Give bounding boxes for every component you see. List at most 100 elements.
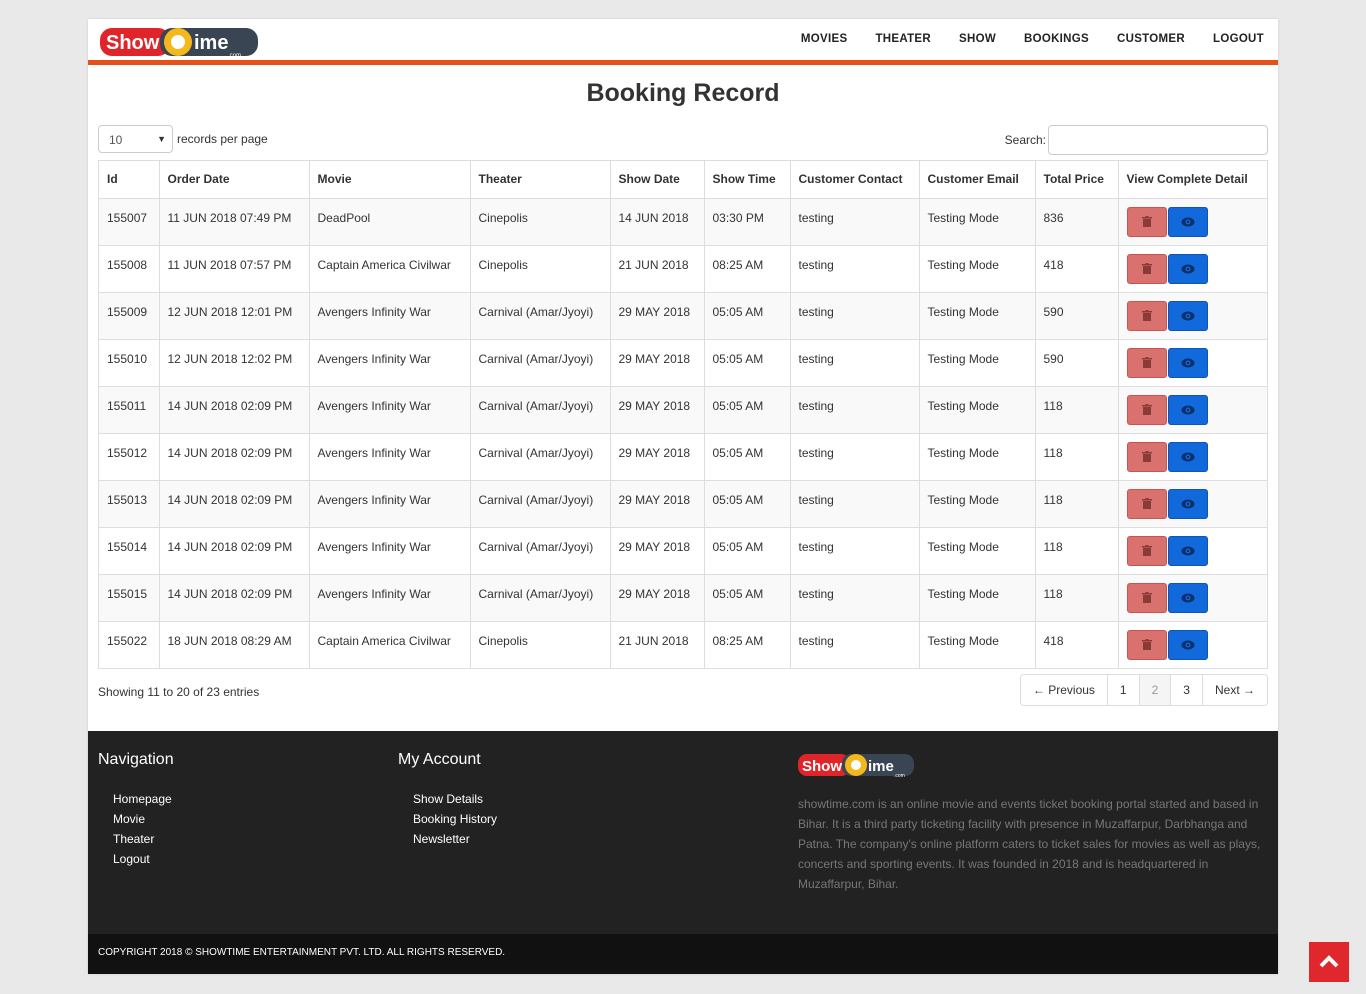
view-detail-button[interactable] [1167, 300, 1208, 331]
pagination-previous[interactable]: ← Previous [1020, 675, 1107, 705]
table-row: 155010 12 JUN 2018 12:02 PM Avengers Infin… [99, 338, 1267, 386]
records-per-page-select[interactable]: 10 ▼ [98, 125, 173, 153]
table-cell: Captain America Civilwar [309, 620, 471, 668]
scroll-to-top-button[interactable] [1309, 942, 1349, 982]
nav-show[interactable]: SHOW [959, 33, 996, 45]
table-cell: testing [790, 526, 920, 574]
delete-button[interactable] [1126, 300, 1167, 331]
footer-logo-part1: Show [802, 758, 842, 775]
delete-button[interactable] [1126, 488, 1167, 519]
table-cell: 118 [1035, 479, 1119, 527]
pagination-next[interactable]: Next → [1201, 675, 1267, 705]
table-cell: 118 [1035, 432, 1119, 480]
table-cell: Carnival (Amar/Jyoyi) [470, 526, 611, 574]
action-cell [1118, 526, 1267, 574]
column-header[interactable]: Total Price [1035, 161, 1119, 199]
delete-button[interactable] [1126, 253, 1167, 284]
table-cell: Testing Mode [919, 479, 1036, 527]
table-cell: Carnival (Amar/Jyoyi) [470, 338, 611, 386]
column-header[interactable]: Id [99, 161, 160, 199]
table-cell: testing [790, 244, 920, 292]
column-header[interactable]: Movie [309, 161, 471, 199]
table-cell: 05:05 AM [704, 291, 791, 339]
footer-link-show-details[interactable]: Show Details [413, 789, 497, 809]
table-cell: Testing Mode [919, 338, 1036, 386]
view-detail-button[interactable] [1167, 488, 1208, 519]
view-detail-button[interactable] [1167, 253, 1208, 284]
pagination: ← Previous 1 2 3 Next → [1019, 674, 1268, 706]
nav-customer[interactable]: CUSTOMER [1117, 33, 1185, 45]
action-cell [1118, 338, 1267, 386]
delete-button[interactable] [1126, 394, 1167, 425]
table-cell: 12 JUN 2018 12:02 PM [159, 338, 310, 386]
table-cell: 836 [1035, 197, 1119, 245]
main-nav: MOVIES THEATER SHOW BOOKINGS CUSTOMER LO… [773, 33, 1264, 45]
action-cell [1118, 620, 1267, 668]
column-header[interactable]: Customer Contact [790, 161, 920, 199]
table-cell: 29 MAY 2018 [610, 338, 705, 386]
delete-button[interactable] [1126, 535, 1167, 566]
table-cell: 29 MAY 2018 [610, 479, 705, 527]
footer-link-newsletter[interactable]: Newsletter [413, 829, 497, 849]
search-control: Search: [1005, 125, 1268, 155]
view-detail-button[interactable] [1167, 206, 1208, 237]
table-cell: 155022 [99, 620, 160, 668]
table-cell: 14 JUN 2018 02:09 PM [159, 573, 310, 621]
table-cell: Avengers Infinity War [309, 573, 471, 621]
nav-bookings[interactable]: BOOKINGS [1024, 33, 1089, 45]
table-cell: Cinepolis [470, 620, 611, 668]
view-detail-button[interactable] [1167, 582, 1208, 613]
table-cell: 08:25 AM [704, 620, 791, 668]
footer-link-booking-history[interactable]: Booking History [413, 809, 497, 829]
footer-link-homepage[interactable]: Homepage [113, 789, 174, 809]
table-cell: Avengers Infinity War [309, 385, 471, 433]
table-cell: 29 MAY 2018 [610, 526, 705, 574]
table-cell: Cinepolis [470, 197, 611, 245]
column-header[interactable]: Customer Email [919, 161, 1036, 199]
length-control: 10 ▼ records per page [98, 125, 268, 153]
action-cell [1118, 244, 1267, 292]
nav-movies[interactable]: MOVIES [801, 33, 848, 45]
delete-button[interactable] [1126, 582, 1167, 613]
table-cell: testing [790, 291, 920, 339]
table-cell: Avengers Infinity War [309, 291, 471, 339]
footer: Navigation Homepage Movie Theater Logout… [88, 731, 1278, 934]
pagination-page-3[interactable]: 3 [1170, 675, 1202, 705]
showtime-logo[interactable]: Show ime .com [100, 24, 260, 62]
table-cell: 155014 [99, 526, 160, 574]
column-header[interactable]: Theater [470, 161, 611, 199]
footer-link-movie[interactable]: Movie [113, 809, 174, 829]
table-cell: 05:05 AM [704, 385, 791, 433]
delete-button[interactable] [1126, 206, 1167, 237]
table-cell: Carnival (Amar/Jyoyi) [470, 385, 611, 433]
footer-link-theater[interactable]: Theater [113, 829, 174, 849]
nav-logout[interactable]: LOGOUT [1213, 33, 1264, 45]
records-per-page-label: records per page [177, 132, 268, 146]
table-row: 155022 18 JUN 2018 08:29 AM Captain Americ… [99, 620, 1267, 668]
table-cell: 11 JUN 2018 07:57 PM [159, 244, 310, 292]
delete-button[interactable] [1126, 629, 1167, 660]
pagination-page-1[interactable]: 1 [1106, 675, 1139, 705]
view-detail-button[interactable] [1167, 347, 1208, 378]
view-detail-button[interactable] [1167, 394, 1208, 425]
pagination-page-2[interactable]: 2 [1138, 675, 1171, 705]
view-detail-button[interactable] [1167, 629, 1208, 660]
booking-table: Id Order Date Movie Theater Show Date Show Ti… [98, 160, 1268, 669]
delete-button[interactable] [1126, 441, 1167, 472]
column-header[interactable]: Show Time [704, 161, 791, 199]
table-info: Showing 11 to 20 of 23 entries [98, 685, 260, 699]
table-cell: Cinepolis [470, 244, 611, 292]
footer-link-logout[interactable]: Logout [113, 849, 174, 869]
column-header[interactable]: Show Date [610, 161, 705, 199]
table-cell: 418 [1035, 620, 1119, 668]
footer-account-title: My Account [398, 751, 481, 768]
view-detail-button[interactable] [1167, 441, 1208, 472]
nav-theater[interactable]: THEATER [875, 33, 931, 45]
search-input[interactable] [1048, 125, 1268, 155]
column-header[interactable]: Order Date [159, 161, 310, 199]
records-per-page-value: 10 [109, 133, 123, 147]
table-cell: testing [790, 432, 920, 480]
view-detail-button[interactable] [1167, 535, 1208, 566]
column-header[interactable]: View Complete Detail [1118, 161, 1267, 199]
delete-button[interactable] [1126, 347, 1167, 378]
